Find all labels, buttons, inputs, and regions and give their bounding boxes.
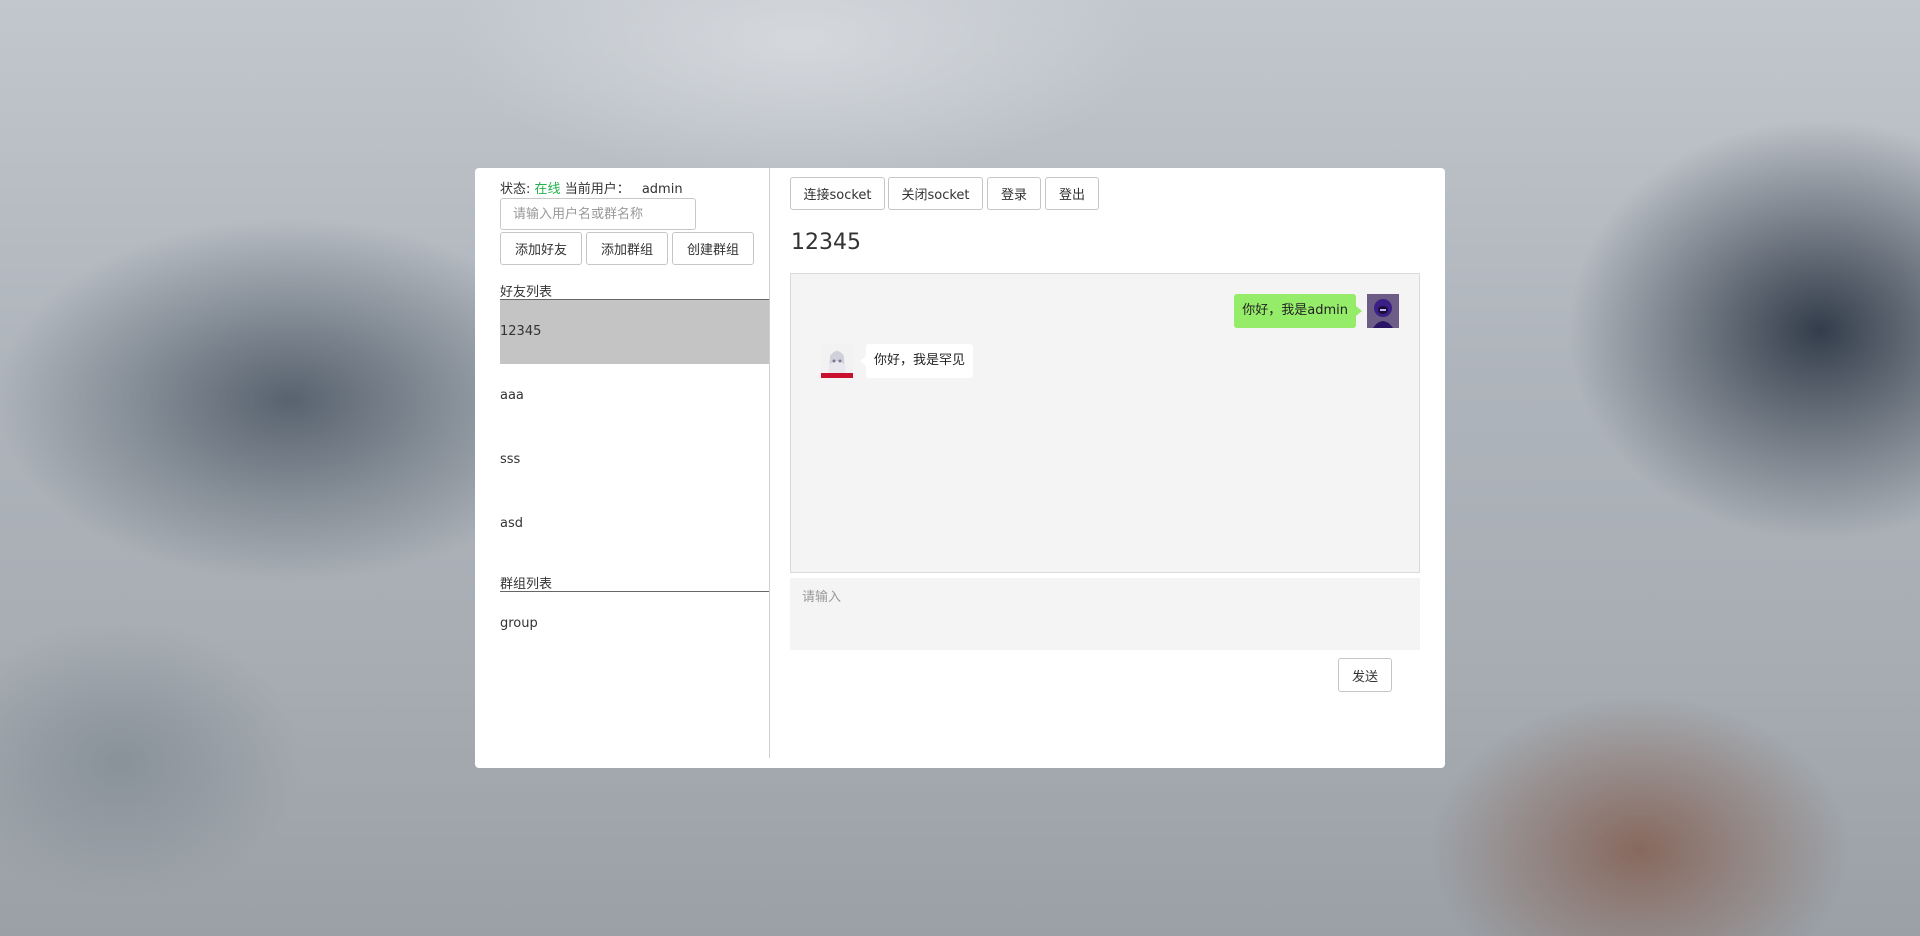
message-input[interactable] <box>790 578 1420 650</box>
my-avatar <box>1367 294 1399 328</box>
groups-list-title: 群组列表 <box>500 573 769 592</box>
friend-item-12345[interactable]: 12345 <box>500 300 769 364</box>
send-button[interactable]: 发送 <box>1338 658 1392 692</box>
status-value: 在线 <box>534 182 561 197</box>
create-group-button[interactable]: 创建群组 <box>672 232 754 265</box>
status-line: 状态: 在线 当前用户： admin <box>500 178 683 197</box>
connect-socket-button[interactable]: 连接socket <box>790 177 885 210</box>
contact-avatar <box>821 344 853 378</box>
close-socket-button[interactable]: 关闭socket <box>888 177 983 210</box>
group-item-group[interactable]: group <box>500 592 769 656</box>
my-message-bubble: 你好，我是admin <box>1234 294 1362 328</box>
friend-item-sss[interactable]: sss <box>500 428 769 492</box>
contact-message-bubble: 你好，我是罕见 <box>859 344 974 378</box>
add-friend-button[interactable]: 添加好友 <box>500 232 582 265</box>
friend-item-aaa[interactable]: aaa <box>500 364 769 428</box>
logout-button[interactable]: 登出 <box>1045 177 1099 210</box>
add-group-button[interactable]: 添加群组 <box>586 232 668 265</box>
current-user-label: 当前用户： <box>564 182 630 197</box>
message-area: 你好，我是admin 你好，我是罕见 <box>790 273 1420 573</box>
login-button[interactable]: 登录 <box>987 177 1041 210</box>
chat-title: 12345 <box>791 230 861 255</box>
current-user-name: admin <box>641 182 683 197</box>
friend-item-asd[interactable]: asd <box>500 492 769 556</box>
chat-window: 状态: 在线 当前用户： admin 添加好友 添加群组 创建群组 好友列表 1… <box>475 168 1445 768</box>
friends-list-title: 好友列表 <box>500 281 769 300</box>
status-label: 状态: <box>500 182 531 197</box>
search-input[interactable] <box>500 198 696 230</box>
sidebar: 状态: 在线 当前用户： admin 添加好友 添加群组 创建群组 好友列表 1… <box>500 168 770 758</box>
